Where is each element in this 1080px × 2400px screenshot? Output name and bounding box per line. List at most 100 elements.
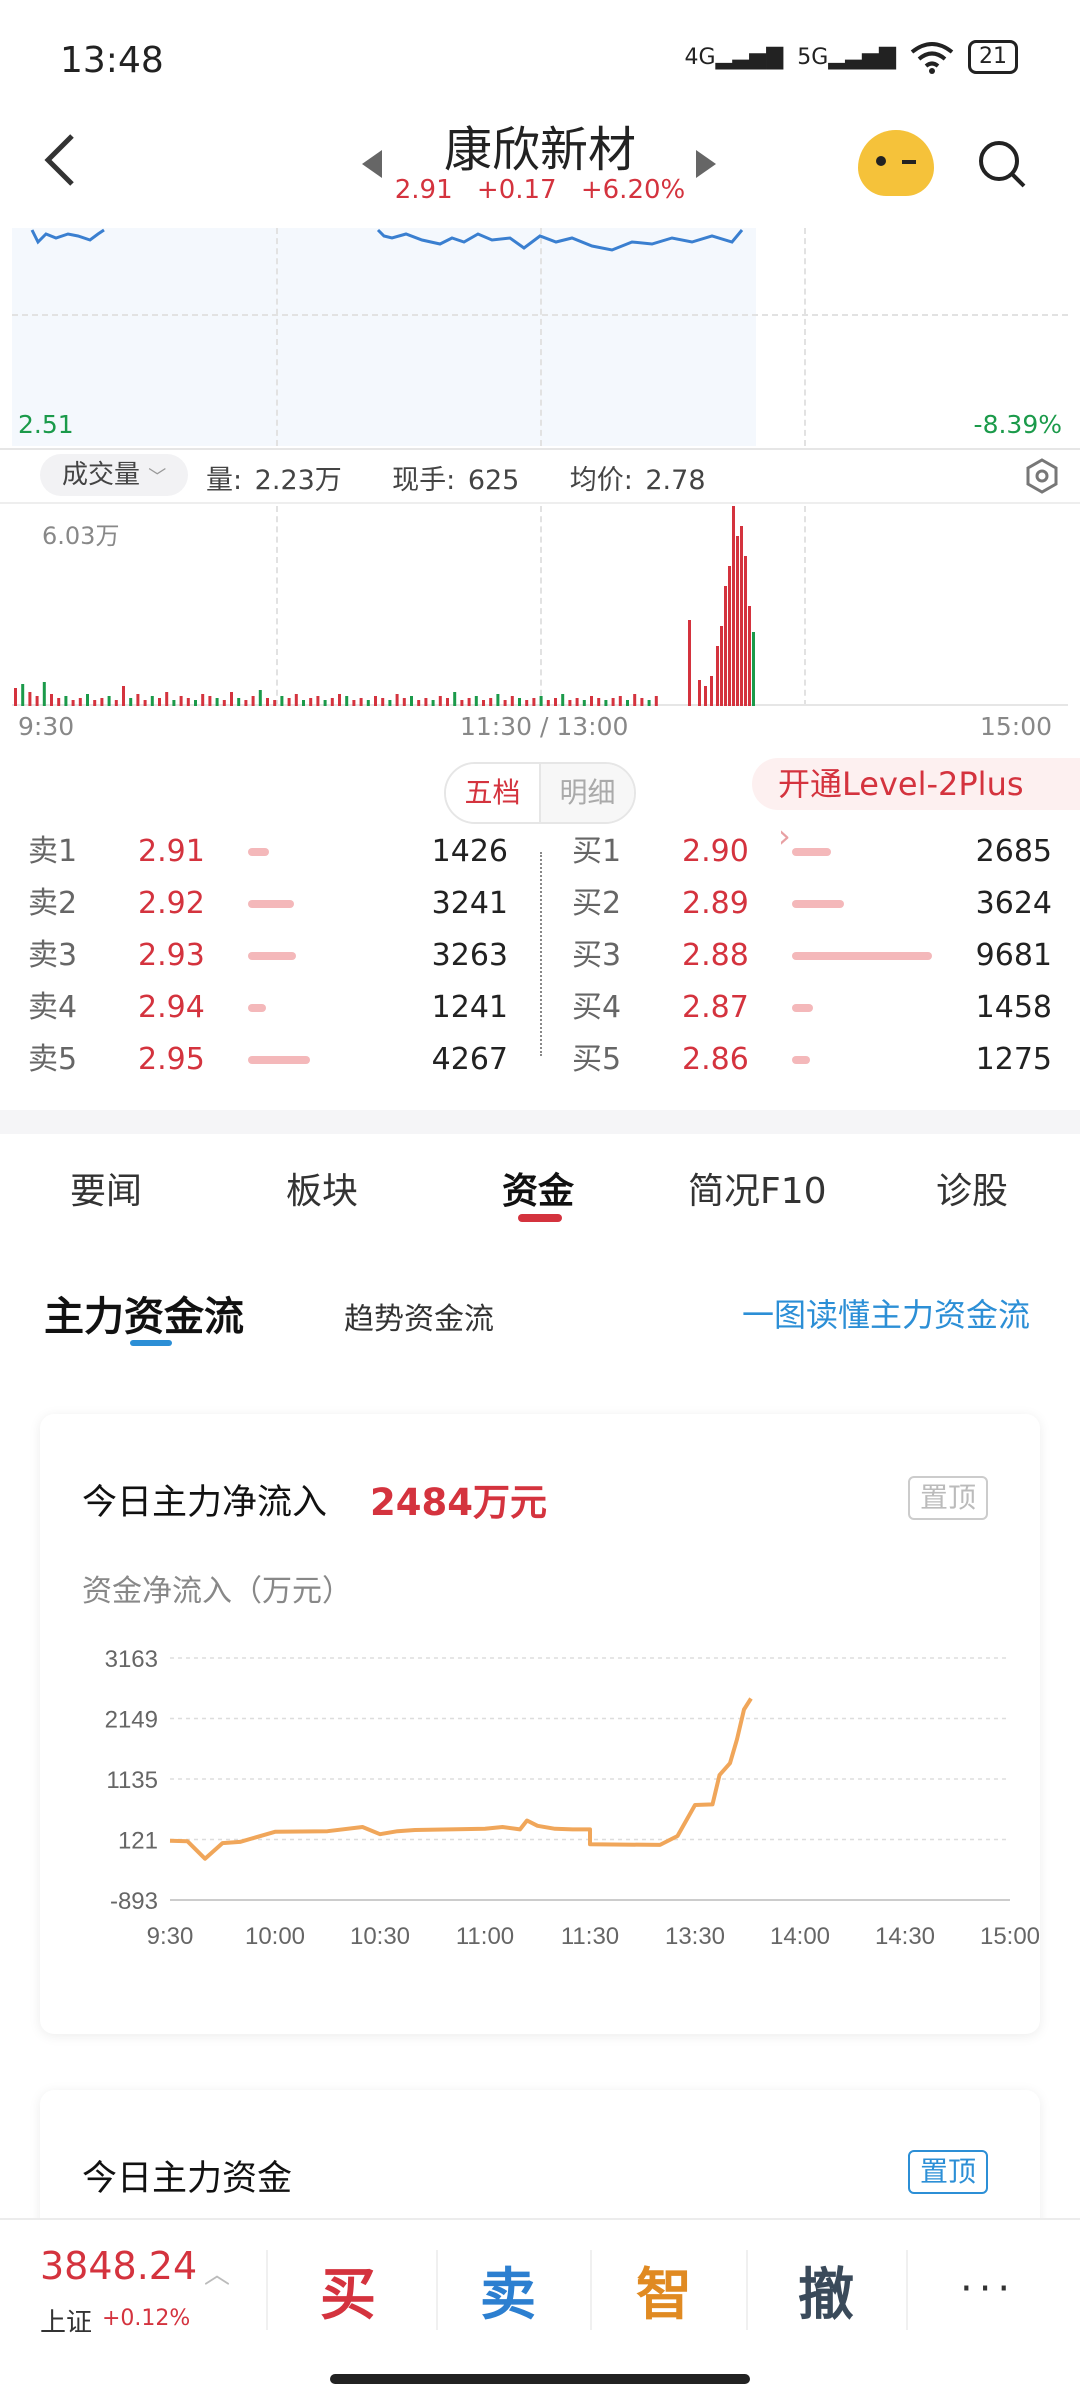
volume-bar bbox=[35, 696, 39, 706]
volume-bar bbox=[546, 700, 550, 706]
home-indicator[interactable] bbox=[330, 2374, 750, 2384]
tab-funds[interactable]: 资金 bbox=[502, 1162, 574, 1214]
volume-bar bbox=[539, 696, 543, 706]
sell-volume: 1426 bbox=[431, 834, 508, 869]
net-inflow-value: 2484万元 bbox=[370, 1481, 547, 1524]
volume-bar bbox=[736, 536, 739, 706]
volume-bar bbox=[496, 694, 500, 706]
volume-chart[interactable]: 6.03万 bbox=[12, 506, 1068, 706]
buy-button[interactable]: 买 bbox=[298, 2250, 398, 2331]
flow-explain-link[interactable]: 一图读懂主力资金流 bbox=[742, 1290, 1030, 1336]
buy-row-1[interactable]: 买1 2.90 2685 bbox=[572, 826, 1052, 878]
volume-bar bbox=[330, 698, 334, 706]
volume-bar bbox=[518, 698, 521, 706]
volume-bar bbox=[215, 698, 219, 706]
volume-bar bbox=[150, 696, 154, 706]
volume-bar bbox=[724, 586, 727, 706]
buy-row-3[interactable]: 买3 2.88 9681 bbox=[572, 930, 1052, 982]
buy-volume-bar bbox=[792, 952, 932, 960]
volume-bar bbox=[294, 694, 298, 706]
volume-bar bbox=[720, 626, 723, 706]
time-mid: 11:30 / 13:00 bbox=[460, 712, 629, 741]
sell-label: 卖1 bbox=[28, 834, 78, 869]
buy-row-5[interactable]: 买5 2.86 1275 bbox=[572, 1034, 1052, 1086]
x-tick-label: 10:00 bbox=[245, 1923, 305, 1950]
sell-price: 2.92 bbox=[138, 886, 205, 921]
y-tick-label: 2149 bbox=[105, 1707, 158, 1734]
caret-up-icon[interactable]: ︿ bbox=[204, 2254, 230, 2291]
volume-bar bbox=[352, 700, 356, 706]
more-icon[interactable]: ··· bbox=[960, 2266, 1016, 2312]
buy-price: 2.88 bbox=[682, 938, 749, 973]
pin-button[interactable]: 置顶 bbox=[908, 1476, 989, 1520]
volume-bar bbox=[64, 696, 68, 706]
search-icon[interactable] bbox=[976, 138, 1028, 190]
next-stock-icon[interactable] bbox=[696, 150, 716, 178]
indicator-label: 成交量 bbox=[62, 460, 141, 490]
sell-row-4[interactable]: 卖4 2.94 1241 bbox=[28, 982, 508, 1034]
current-hand: 现手: 625 bbox=[392, 465, 520, 496]
subtab-trend-flow[interactable]: 趋势资金流 bbox=[344, 1294, 494, 1338]
tab-profile[interactable]: 简况F10 bbox=[688, 1162, 827, 1214]
volume-bar bbox=[201, 694, 205, 706]
sell-row-3[interactable]: 卖3 2.93 3263 bbox=[28, 930, 508, 982]
sell-row-2[interactable]: 卖2 2.92 3241 bbox=[28, 878, 508, 930]
divider bbox=[590, 2250, 592, 2330]
smart-button[interactable]: 智 bbox=[614, 2250, 714, 2331]
volume-bar bbox=[503, 700, 507, 706]
buy-row-2[interactable]: 买2 2.89 3624 bbox=[572, 878, 1052, 930]
volume-bar bbox=[453, 692, 457, 706]
volume-bar bbox=[129, 698, 133, 706]
tab-five-levels[interactable]: 五档 bbox=[446, 764, 541, 822]
buy-label: 买2 bbox=[572, 886, 622, 921]
x-tick-label: 15:00 bbox=[980, 1923, 1040, 1950]
buy-label: 买5 bbox=[572, 1042, 622, 1077]
mascot-icon[interactable] bbox=[858, 130, 934, 196]
volume-bar bbox=[626, 700, 629, 706]
tab-news[interactable]: 要闻 bbox=[70, 1162, 142, 1214]
volume-bar bbox=[752, 632, 755, 706]
volume-bar bbox=[28, 692, 32, 706]
level2-upgrade-button[interactable]: 开通Level-2Plus › bbox=[752, 758, 1080, 855]
price-chart[interactable]: 2.51 -8.39% bbox=[12, 228, 1068, 446]
volume-bar bbox=[748, 606, 751, 706]
sell-row-5[interactable]: 卖5 2.95 4267 bbox=[28, 1034, 508, 1086]
volume-bar bbox=[438, 696, 442, 706]
cancel-order-button[interactable]: 撤 bbox=[776, 2250, 876, 2331]
volume-bar bbox=[474, 696, 478, 706]
sell-volume-bar bbox=[248, 1056, 310, 1064]
volume-bar bbox=[388, 700, 392, 706]
index-value[interactable]: 3848.24 bbox=[40, 2244, 197, 2288]
wifi-icon bbox=[910, 42, 954, 74]
buy-label: 买3 bbox=[572, 938, 622, 973]
sell-volume: 3241 bbox=[431, 886, 508, 921]
volume-bars bbox=[14, 506, 755, 706]
volume-bar bbox=[582, 700, 586, 706]
settings-hexagon-icon[interactable] bbox=[1024, 458, 1060, 494]
tab-details[interactable]: 明细 bbox=[541, 764, 634, 822]
volume-bar bbox=[122, 686, 125, 706]
tab-sectors[interactable]: 板块 bbox=[286, 1162, 358, 1214]
index-name: 上证 bbox=[40, 2308, 93, 2338]
buy-volume: 9681 bbox=[975, 938, 1052, 973]
sell-row-1[interactable]: 卖1 2.91 1426 bbox=[28, 826, 508, 878]
subtab-main-flow[interactable]: 主力资金流 bbox=[44, 1284, 244, 1342]
buy-row-4[interactable]: 买4 2.87 1458 bbox=[572, 982, 1052, 1034]
low-pct-label: -8.39% bbox=[973, 410, 1062, 439]
tab-diagnose[interactable]: 诊股 bbox=[936, 1162, 1008, 1214]
sell-label: 卖5 bbox=[28, 1042, 78, 1077]
volume-bar bbox=[222, 700, 226, 706]
volume-bar bbox=[732, 506, 735, 706]
volume-bar bbox=[510, 696, 514, 706]
price-line bbox=[30, 228, 744, 252]
sell-button[interactable]: 卖 bbox=[458, 2250, 558, 2331]
volume-bar bbox=[165, 692, 169, 706]
subtab-indicator bbox=[130, 1340, 172, 1346]
volume-bar bbox=[280, 696, 284, 706]
pin-button-2[interactable]: 置顶 bbox=[908, 2150, 989, 2194]
orderbook-divider bbox=[540, 852, 542, 1056]
y-tick-label: 1135 bbox=[106, 1767, 158, 1794]
card-title: 今日主力净流入 bbox=[82, 1483, 328, 1523]
indicator-selector[interactable]: 成交量 ﹀ bbox=[40, 454, 189, 496]
buy-price: 2.86 bbox=[682, 1042, 749, 1077]
